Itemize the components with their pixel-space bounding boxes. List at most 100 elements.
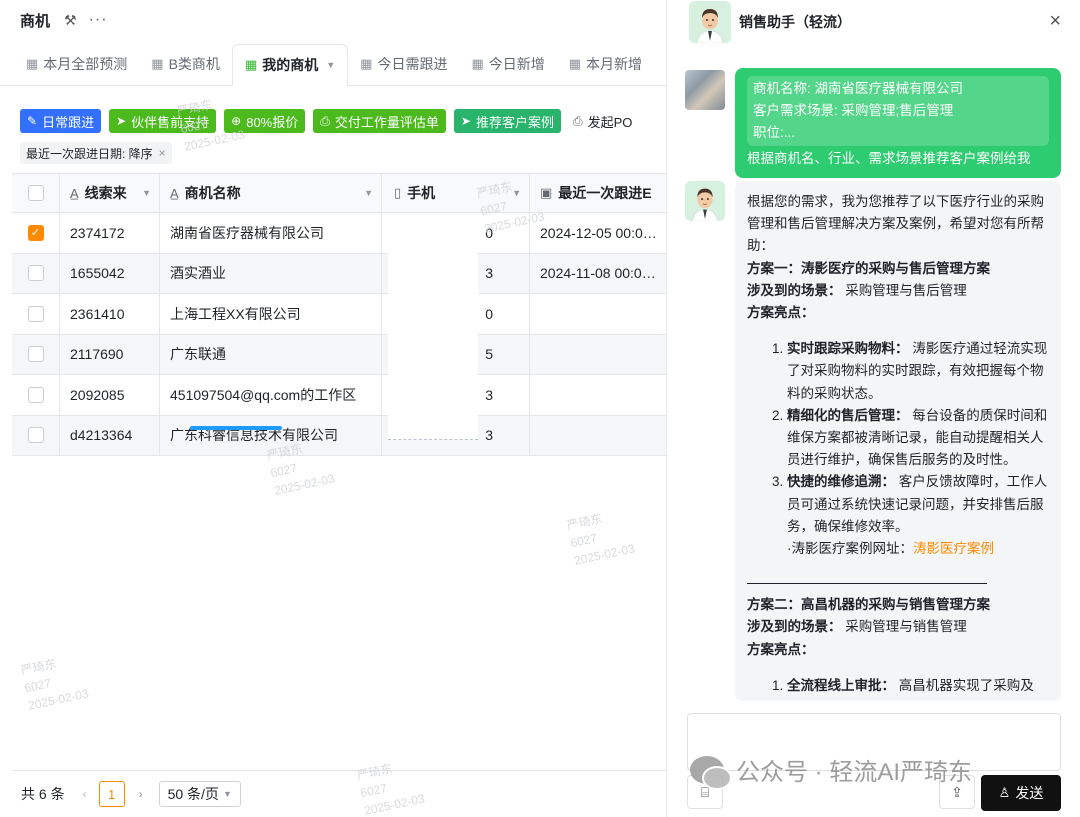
app-topbar: 商机 ⚒ ··· [0,0,666,40]
column-header-opportunity-name[interactable]: A̲ 商机名称 ▼ [160,174,382,212]
assistant-avatar [689,1,731,43]
assistant-avatar [685,181,725,221]
row-checkbox[interactable] [27,386,44,403]
opportunity-app: 商机 ⚒ ··· ▦ 本月全部预测 ▦ B类商机 ▦ 我的商机 ▼ ▦ 今日需跟进 ▦ 今日… [0,0,666,817]
last-followup-cell[interactable] [530,375,666,415]
lead-id-cell[interactable]: 2117690 [60,334,160,374]
partner-presales-button[interactable]: ➤ 伙伴售前支持 [109,109,217,133]
column-header-phone[interactable]: ▯ 手机 ▼ [382,174,530,212]
user-avatar [685,70,725,110]
table-row[interactable]: 1655042 酒实酒业 3 2024-11-08 00:0… [12,253,666,294]
row-checkbox[interactable] [27,265,44,282]
table-icon: ▦ [471,56,484,71]
text-field-icon: A̲ [170,185,179,201]
opportunity-name-cell[interactable]: 上海工程XX有限公司 [160,294,382,334]
close-icon[interactable]: × [159,146,166,160]
pagination: 共 6 条 ‹ 1 › 50 条/页 ▼ [12,770,666,817]
printer-icon: ⎙ [320,113,330,128]
next-page-icon[interactable]: › [139,787,143,801]
last-followup-cell[interactable] [530,335,666,375]
table-row[interactable]: 2361410 上海工程XX有限公司 0 [12,294,666,335]
chevron-down-icon[interactable]: ▼ [142,188,151,198]
lead-id-cell[interactable]: 1655042 [60,253,160,293]
row-checkbox[interactable] [27,427,44,444]
table-row[interactable]: ✓ 2374172 湖南省医疗器械有限公司 0 2024-12-05 00:0… [12,213,666,254]
tab-b-class[interactable]: ▦ B类商机 [139,43,232,85]
wrench-icon[interactable]: ⚒ [64,12,77,29]
last-followup-cell[interactable] [530,294,666,334]
page-button[interactable]: 1 [98,781,125,807]
start-po-button[interactable]: ⎙ 发起PO [569,109,636,133]
chevron-down-icon[interactable]: ▼ [364,188,373,198]
chevron-down-icon[interactable]: ▼ [326,60,335,70]
chevron-down-icon[interactable]: ▼ [512,188,521,198]
sort-filter-chip[interactable]: 最近一次跟进日期: 降序 × [20,142,172,164]
tab-new-this-month[interactable]: ▦ 本月新增 [557,43,654,85]
total-count: 共 6 条 [21,786,65,802]
row-checkbox[interactable]: ✓ [27,224,44,241]
list-item: 快捷的维修追溯： 客户反馈故障时，工作人员可通过系统快速记录问题，并安排售后服务… [787,471,1049,538]
sort-filter-label: 最近一次跟进日期: 降序 [26,146,153,161]
sales-assistant-panel: 销售助手（轻流） × 商机名称: 湖南省医疗器械有限公司 客户需求场景: 采购管… [666,0,1080,817]
phone-redaction-mask [388,222,478,440]
text-field-icon: A̲ [70,185,79,201]
last-followup-cell[interactable]: 2024-12-05 00:0… [530,213,666,253]
send-icon: ➤ [116,114,127,128]
page-size-select[interactable]: 50 条/页 ▼ [158,781,241,807]
table-row[interactable]: 2092085 451097504@qq.com的工作区 3 [12,375,666,416]
table-row[interactable]: d4213364 广东科睿信息技术有限公司 3 [12,415,666,456]
calendar-icon: ▣ [540,185,553,200]
column-header-lead-source[interactable]: A̲ 线索来 ▼ [60,174,160,212]
tab-new-today[interactable]: ▦ 今日新增 [459,43,556,85]
action-toolbar: ✎ 日常跟进 ➤ 伙伴售前支持 ⊕ 80%报价 ⎙ 交付工作量评估单 ➤ 推荐客户案例 ⎙… [20,109,644,133]
user-message-text: 根据商机名、行业、需求场景推荐客户案例给我 [747,151,1031,166]
last-followup-cell[interactable] [530,416,666,456]
lead-id-cell[interactable]: 2092085 [60,375,160,415]
table-icon: ▦ [568,56,582,71]
send-icon: ➤ [460,114,471,128]
opportunity-name-cell[interactable]: 451097504@qq.com的工作区 [160,375,382,415]
assistant-message-bubble: 根据您的需求，我为您推荐了以下医疗行业的采购管理和售后管理解决方案及案例，希望对… [735,181,1061,701]
lead-id-cell[interactable]: 2374172 [60,213,160,253]
select-all-checkbox[interactable] [27,185,44,201]
table-icon: ▦ [26,56,39,71]
delivery-estimate-button[interactable]: ⎙ 交付工作量评估单 [313,109,446,133]
opportunity-name-cell[interactable]: 广东科睿信息技术有限公司 [160,415,382,455]
upload-icon[interactable]: ⇪ [939,775,975,809]
table-row[interactable]: 2117690 广东联通 5 [12,334,666,375]
opportunity-name-cell[interactable]: 湖南省医疗器械有限公司 [160,213,382,253]
broom-icon[interactable]: ⌸ [687,775,723,809]
tab-my-opportunities[interactable]: ▦ 我的商机 ▼ [231,44,349,86]
plan-title: 方案二：高昌机器的采购与销售管理方案 [747,597,990,613]
tab-monthly-forecast[interactable]: ▦ 本月全部预测 [14,43,139,85]
list-item: 全流程线上审批： 高昌机器实现了采购及 [787,675,1049,697]
daily-followup-button[interactable]: ✎ 日常跟进 [20,109,102,133]
column-header-last-followup[interactable]: ▣ 最近一次跟进E [530,174,666,212]
row-checkbox[interactable] [27,305,44,322]
recommend-case-button[interactable]: ➤ 推荐客户案例 [453,109,561,133]
plan-highlight-list: 全流程线上审批： 高昌机器实现了采购及 [747,675,1049,697]
more-icon[interactable]: ··· [89,11,108,29]
table-header-row: A̲ 线索来 ▼ A̲ 商机名称 ▼ ▯ 手机 ▼ ▣ 最近一次跟进E [12,173,666,213]
name-redaction-mark [190,426,282,430]
opportunity-name-cell[interactable]: 酒实酒业 [160,253,382,293]
table-icon: ▦ [360,56,373,71]
message-input[interactable] [687,713,1061,771]
lead-id-cell[interactable]: 2361410 [60,294,160,334]
lead-id-cell[interactable]: d4213364 [60,415,160,455]
quote-80-button[interactable]: ⊕ 80%报价 [224,109,306,133]
case-link[interactable]: 涛影医疗案例 [913,541,994,556]
panel-header: 销售助手（轻流） × [667,0,1080,44]
panel-title: 销售助手（轻流） [739,14,851,30]
prev-page-icon[interactable]: ‹ [83,787,87,801]
send-icon: ♙ [998,785,1011,800]
send-button[interactable]: ♙ 发送 [981,775,1061,811]
opportunity-name-cell[interactable]: 广东联通 [160,334,382,374]
row-checkbox[interactable] [27,346,44,363]
last-followup-cell[interactable]: 2024-11-08 00:0… [530,254,666,294]
page-title: 商机 [20,12,51,30]
plan-title: 方案一：涛影医疗的采购与售后管理方案 [747,260,990,276]
answer-intro: 根据您的需求，我为您推荐了以下医疗行业的采购管理和售后管理解决方案及案例，希望对… [747,194,1044,254]
close-icon[interactable]: × [1049,10,1061,33]
tab-followup-today[interactable]: ▦ 今日需跟进 [348,43,459,85]
